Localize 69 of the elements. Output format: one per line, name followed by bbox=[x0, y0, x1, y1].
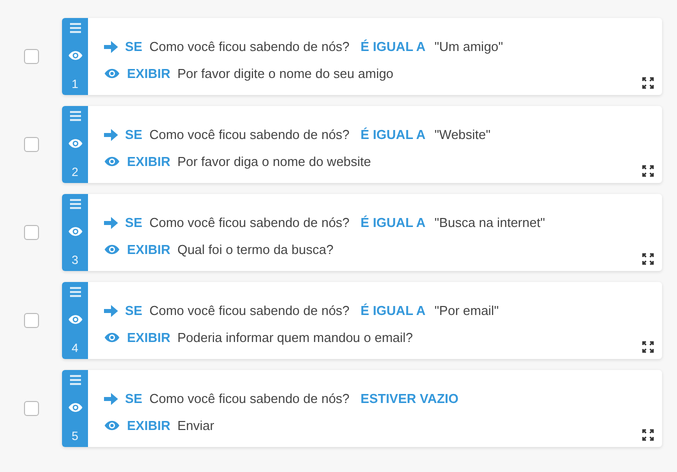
rule-handle[interactable]: 4 bbox=[62, 282, 88, 359]
menu-icon bbox=[70, 375, 80, 385]
target-text: Por favor diga o nome do website bbox=[177, 152, 372, 171]
eye-icon bbox=[104, 244, 120, 255]
expand-icon[interactable] bbox=[642, 165, 654, 177]
target-text: Qual foi o termo da busca? bbox=[177, 240, 334, 258]
rule-number: 4 bbox=[72, 342, 78, 354]
expand-icon[interactable] bbox=[642, 253, 654, 265]
target-text: Enviar bbox=[177, 416, 214, 434]
checkbox[interactable] bbox=[24, 313, 38, 328]
question-text: Como você ficou sabendo de nós? bbox=[149, 38, 350, 56]
operator-keyword: ESTIVER VAZIO bbox=[360, 390, 459, 408]
eye-icon bbox=[68, 314, 82, 325]
target-text: Poderia informar quem mandou o email? bbox=[177, 328, 413, 347]
eye-icon bbox=[104, 420, 120, 431]
checkbox[interactable] bbox=[24, 225, 38, 240]
question-text: Como você ficou sabendo de nós? bbox=[149, 390, 350, 408]
action-keyword: EXIBIR bbox=[127, 328, 170, 346]
checkbox[interactable] bbox=[24, 49, 38, 64]
value-text: "Busca na internet" bbox=[434, 214, 545, 232]
operator-keyword: É IGUAL A bbox=[360, 302, 426, 320]
rule-handle[interactable]: 3 bbox=[62, 194, 88, 271]
action-keyword: EXIBIR bbox=[127, 240, 170, 258]
arrow-right-icon bbox=[104, 216, 118, 229]
menu-icon bbox=[70, 23, 80, 33]
expand-icon[interactable] bbox=[642, 429, 654, 441]
question-text: Como você ficou sabendo de nós? bbox=[149, 214, 350, 232]
arrow-right-icon bbox=[104, 392, 118, 405]
rule-number: 2 bbox=[72, 166, 78, 178]
value-text: "Website" bbox=[434, 126, 491, 144]
rule-number: 5 bbox=[72, 430, 78, 442]
operator-keyword: É IGUAL A bbox=[360, 38, 426, 56]
expand-icon[interactable] bbox=[642, 77, 654, 89]
question-text: Como você ficou sabendo de nós? bbox=[149, 126, 350, 144]
target-text: Por favor digite o nome do seu amigo bbox=[177, 64, 394, 83]
value-text: "Por email" bbox=[434, 302, 499, 320]
eye-icon bbox=[104, 156, 120, 167]
if-keyword: SE bbox=[125, 38, 142, 56]
rule-number: 1 bbox=[72, 78, 78, 90]
eye-icon bbox=[68, 50, 82, 61]
eye-icon bbox=[68, 138, 82, 149]
if-keyword: SE bbox=[125, 214, 142, 232]
rule-number: 3 bbox=[72, 254, 78, 266]
checkbox[interactable] bbox=[24, 401, 38, 416]
operator-keyword: É IGUAL A bbox=[360, 214, 426, 232]
menu-icon bbox=[70, 111, 80, 121]
menu-icon bbox=[70, 287, 80, 297]
action-keyword: EXIBIR bbox=[127, 152, 170, 170]
if-keyword: SE bbox=[125, 302, 142, 320]
rule-handle[interactable]: 2 bbox=[62, 106, 88, 183]
arrow-right-icon bbox=[104, 128, 118, 141]
question-text: Como você ficou sabendo de nós? bbox=[149, 302, 350, 320]
rule-handle[interactable]: 1 bbox=[62, 18, 88, 95]
eye-icon bbox=[104, 332, 120, 343]
action-keyword: EXIBIR bbox=[127, 64, 170, 82]
eye-icon bbox=[68, 402, 82, 413]
eye-icon bbox=[68, 226, 82, 237]
rule-handle[interactable]: 5 bbox=[62, 370, 88, 447]
if-keyword: SE bbox=[125, 390, 142, 408]
arrow-right-icon bbox=[104, 304, 118, 317]
value-text: "Um amigo" bbox=[434, 38, 504, 56]
menu-icon bbox=[70, 199, 80, 209]
action-keyword: EXIBIR bbox=[127, 416, 170, 434]
expand-icon[interactable] bbox=[642, 341, 654, 353]
eye-icon bbox=[104, 68, 120, 79]
operator-keyword: É IGUAL A bbox=[360, 126, 426, 144]
checkbox[interactable] bbox=[24, 137, 38, 152]
arrow-right-icon bbox=[104, 40, 118, 53]
if-keyword: SE bbox=[125, 126, 142, 144]
